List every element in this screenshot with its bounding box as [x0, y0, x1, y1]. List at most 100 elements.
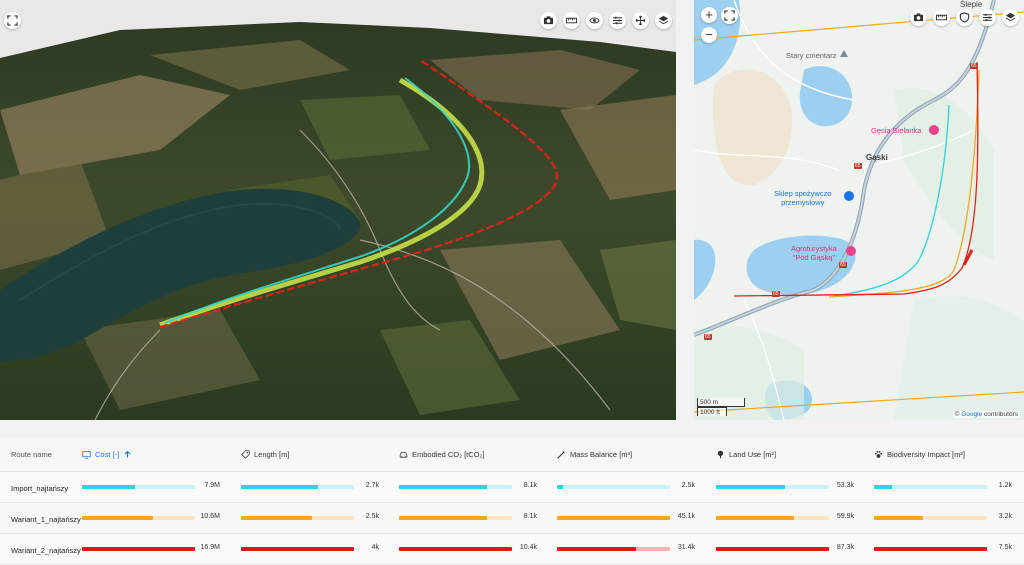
metric-bar-fill [716, 547, 829, 551]
route-name: Wariant_1_najtańszy [11, 515, 81, 524]
map-label-gesia-sielanka[interactable]: Gęsia Sielanka [871, 126, 921, 135]
road-shield: 65 [854, 163, 862, 169]
map-label-agroturystyka[interactable]: Agroturystyka "Pod Gąską" [791, 244, 837, 262]
column-header-route[interactable]: Route name [11, 450, 52, 459]
fullscreen-icon [7, 15, 18, 26]
measure-button[interactable] [563, 12, 580, 29]
map-layers-button[interactable] [1002, 9, 1019, 26]
copyright-symbol: © [954, 411, 960, 418]
map-attribution[interactable]: © Google contributors [952, 411, 1020, 418]
zoom-out-button[interactable]: − [701, 27, 717, 43]
metric-value: 8.1k [523, 482, 537, 489]
metric-value: 1.2k [998, 482, 1012, 489]
table-row[interactable]: Wariant_2_najtańszy 16.9M 4k 10.4k 31.4k 87.3… [0, 534, 1024, 565]
metric-bar-fill [874, 485, 893, 489]
metric-bar-fill [874, 516, 923, 520]
map-label-slepie: Ślepie [960, 0, 983, 9]
layers-button[interactable] [655, 12, 672, 29]
map-shield-button[interactable] [956, 9, 973, 26]
metric-bar-fill [241, 516, 313, 520]
settings-button[interactable] [609, 12, 626, 29]
metric-value: 7.5k [998, 544, 1012, 551]
metric-value: 2.7k [365, 482, 379, 489]
metric-cell: 7.5k [874, 543, 1024, 555]
map-label-gaski: Gąski [866, 153, 888, 162]
map-label-cemetery: Stary cmentarz [786, 51, 837, 60]
metric-bar-track [557, 485, 670, 489]
ruler-icon [936, 14, 947, 21]
sort-ascending-icon[interactable] [123, 450, 132, 459]
metric-cell: 10.4k [399, 543, 549, 555]
route-comparison-table: Route name Cost [-] Length [m] Embodied … [0, 438, 1024, 565]
metric-cell: 2.7k [241, 481, 391, 493]
road-shield: 65 [772, 291, 780, 297]
column-header-mass-balance[interactable]: Mass Balance [m³] [557, 450, 632, 459]
column-header-embodied-co2[interactable]: Embodied CO₂ [tCO₂] [399, 450, 485, 459]
metric-value: 4k [371, 544, 379, 551]
terrain-surface [0, 22, 676, 420]
map-settings-button[interactable] [979, 9, 996, 26]
map-fullscreen-button[interactable] [721, 7, 738, 24]
route-name: Wariant_2_najtańszy [11, 546, 81, 555]
tree-icon [717, 450, 724, 459]
layers-icon [658, 15, 669, 25]
metric-value: 16.9M [200, 544, 220, 551]
road-shield: 65 [970, 63, 978, 69]
ruler-icon [566, 17, 577, 24]
scale-metric: 500 m [697, 398, 745, 407]
metric-cell: 59.9k [716, 512, 866, 524]
map-2d-view[interactable]: Ślepie Stary cmentarz Gęsia Sielanka Gąs… [694, 0, 1024, 420]
route-name: Import_najtańszy [11, 484, 69, 493]
metric-cell: 53.3k [716, 481, 866, 493]
metric-cell: 2.5k [241, 512, 391, 524]
metric-cell: 8.1k [399, 512, 549, 524]
metric-cell: 1.2k [874, 481, 1024, 493]
layers-icon [1005, 12, 1016, 22]
column-header-cost[interactable]: Cost [-] [82, 450, 132, 459]
sliders-icon [982, 13, 993, 22]
metric-value: 10.6M [200, 513, 220, 520]
metric-cell: 4k [241, 543, 391, 555]
camera-icon [543, 16, 554, 25]
fullscreen-icon [724, 10, 735, 21]
table-row[interactable]: Wariant_1_najtańszy 10.6M 2.5k 8.1k 45.1k 59.… [0, 503, 1024, 534]
camera-icon [913, 13, 924, 22]
map-screenshot-button[interactable] [910, 9, 927, 26]
car-icon [399, 452, 408, 458]
tag-icon [241, 450, 250, 459]
metric-cell: 2.5k [557, 481, 707, 493]
shield-icon [959, 12, 970, 23]
zoom-in-button[interactable]: + [701, 7, 717, 23]
metric-bar-fill [557, 547, 637, 551]
metric-value: 7.9M [204, 482, 220, 489]
metric-bar-fill [557, 485, 564, 489]
column-header-biodiversity[interactable]: Biodiversity Impact [m²] [874, 450, 965, 459]
monitor-icon [82, 451, 91, 459]
metric-cell: 45.1k [557, 512, 707, 524]
attribution-contributors: contributors [984, 411, 1018, 418]
metric-value: 31.4k [677, 544, 695, 551]
metric-cell: 8.1k [399, 481, 549, 493]
map-measure-button[interactable] [933, 9, 950, 26]
column-header-land-use[interactable]: Land Use [m²] [716, 450, 776, 459]
column-header-length[interactable]: Length [m] [241, 450, 289, 459]
metric-bar-fill [716, 516, 794, 520]
pan-button[interactable] [632, 12, 649, 29]
metric-cell: 3.2k [874, 512, 1024, 524]
metric-bar-fill [399, 485, 488, 489]
metric-bar-fill [82, 516, 154, 520]
metric-value: 53.3k [836, 482, 854, 489]
visibility-button[interactable] [586, 12, 603, 29]
shovel-icon [557, 451, 565, 459]
fullscreen-button[interactable] [4, 12, 21, 29]
table-row[interactable]: Import_najtańszy 7.9M 2.7k 8.1k 2.5k 53.3k 1.2… [0, 472, 1024, 503]
metric-bar-fill [82, 547, 195, 551]
screenshot-button[interactable] [540, 12, 557, 29]
road-shield: 65 [704, 334, 712, 340]
metric-value: 8.1k [523, 513, 537, 520]
table-header: Route name Cost [-] Length [m] Embodied … [0, 438, 1024, 472]
metric-bar-fill [241, 485, 318, 489]
terrain-3d-view[interactable] [0, 0, 676, 420]
attribution-google-link[interactable]: Google [961, 411, 982, 418]
map-label-shop[interactable]: Sklep spożywczo przemysłowy [774, 189, 832, 207]
